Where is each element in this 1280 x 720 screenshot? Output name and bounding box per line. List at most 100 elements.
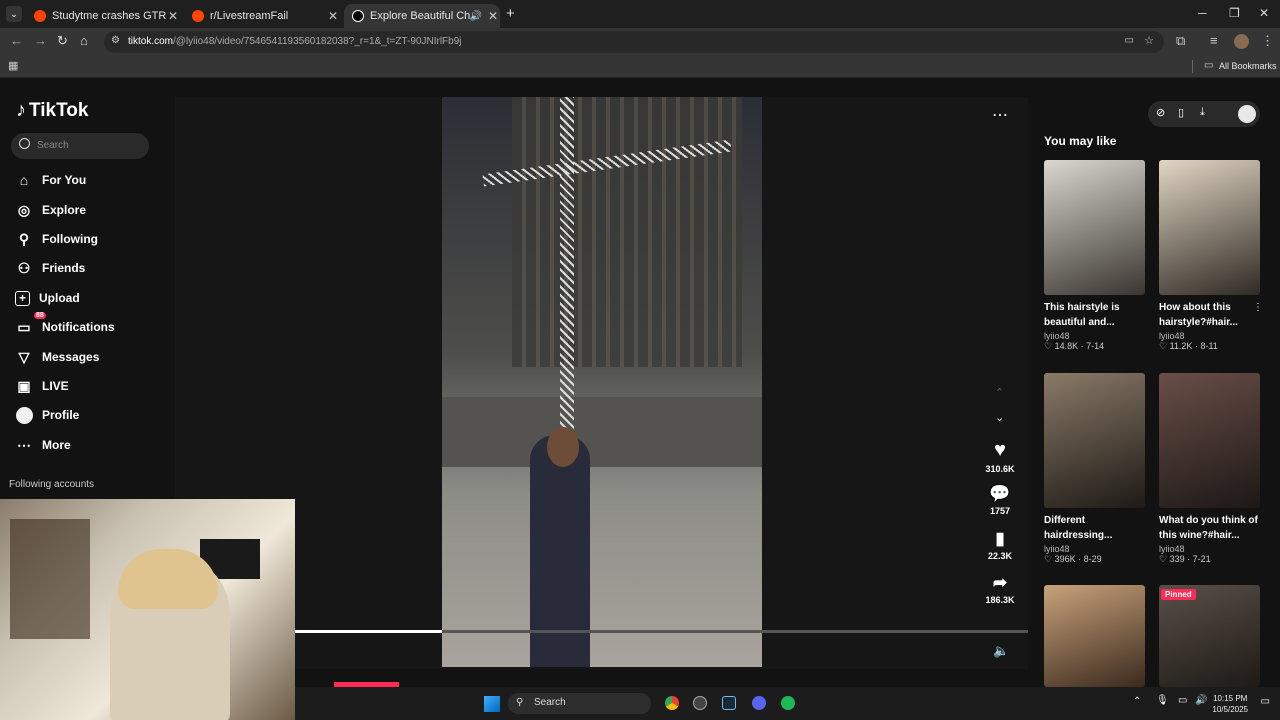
suggestion-card[interactable]: Different hairdressing... lyiio48 ♡ 396K … bbox=[1044, 373, 1145, 565]
previous-video-icon[interactable]: ⌃ bbox=[995, 386, 1004, 399]
bookmark-star-icon[interactable]: ☆ bbox=[1144, 34, 1154, 47]
obs-icon[interactable] bbox=[693, 696, 707, 710]
video-frame-road bbox=[442, 397, 762, 467]
suggestion-card[interactable]: This hairstyle is beautiful and... lyiio4… bbox=[1044, 160, 1145, 352]
profile-avatar[interactable] bbox=[1238, 105, 1256, 123]
suggestion-likes: 11.2K bbox=[1169, 341, 1193, 351]
tiktok-logo[interactable]: ♪ TikTok bbox=[16, 99, 88, 122]
back-icon[interactable]: ← bbox=[10, 33, 23, 48]
compass-icon: ◎ bbox=[17, 201, 31, 218]
discord-icon[interactable] bbox=[752, 696, 766, 710]
suggestion-card[interactable] bbox=[1044, 585, 1145, 687]
suggestion-card[interactable]: How about this hairstyle?#hair... lyiio48… bbox=[1159, 160, 1263, 352]
apps-grid-icon[interactable]: ▦ bbox=[8, 59, 18, 72]
close-icon[interactable]: ✕ bbox=[166, 9, 180, 23]
spotify-icon[interactable] bbox=[781, 696, 795, 710]
reload-icon[interactable]: ↻ bbox=[57, 33, 68, 49]
video-player[interactable] bbox=[442, 97, 762, 667]
sidebar-item-for-you[interactable]: ⌂ For You bbox=[15, 169, 86, 191]
like-button[interactable]: ♥ 310.6K bbox=[975, 439, 1025, 474]
share-button[interactable]: ➦ 186.3K bbox=[975, 573, 1025, 605]
close-window-icon[interactable]: ✕ bbox=[1259, 6, 1269, 20]
autoscroll-icon[interactable]: ⊘ bbox=[1156, 106, 1165, 119]
sidebar-item-following[interactable]: ⚲ Following bbox=[15, 228, 98, 250]
logo-text: TikTok bbox=[29, 99, 89, 121]
clock-date: 10/5/2025 bbox=[1212, 705, 1248, 714]
live-icon: ▣ bbox=[17, 377, 31, 394]
suggestion-date: 7-14 bbox=[1086, 341, 1105, 351]
tray-chevron-icon[interactable]: ⌃ bbox=[1133, 696, 1141, 707]
title-line: What do you think of bbox=[1159, 515, 1258, 526]
sidebar-item-messages[interactable]: ▽ Messages bbox=[15, 346, 100, 368]
mini-player-icon[interactable]: ▯ bbox=[1178, 106, 1184, 119]
nav-label: Upload bbox=[39, 291, 80, 305]
suggestion-username: lyiio48 bbox=[1159, 544, 1185, 554]
close-icon[interactable]: ✕ bbox=[486, 9, 500, 23]
next-video-icon[interactable]: ⌄ bbox=[995, 411, 1004, 424]
sidebar-item-profile[interactable]: Profile bbox=[15, 404, 79, 426]
download-icon[interactable]: ⤓ bbox=[1200, 106, 1205, 119]
site-settings-icon[interactable]: ⚙ bbox=[111, 35, 120, 46]
card-menu-icon[interactable]: ⋮ bbox=[1253, 302, 1263, 313]
notification-center-icon[interactable]: ▭ bbox=[1261, 696, 1270, 707]
sidebar-item-friends[interactable]: ⚇ Friends bbox=[15, 257, 86, 279]
suggestion-thumbnail bbox=[1159, 373, 1260, 508]
nav-label: For You bbox=[42, 173, 87, 187]
avatar[interactable] bbox=[1234, 34, 1249, 49]
all-bookmarks-link[interactable]: All Bookmarks bbox=[1219, 61, 1277, 71]
forward-icon[interactable]: → bbox=[34, 33, 47, 48]
more-options-icon[interactable]: ⋯ bbox=[992, 105, 1008, 125]
tab-tiktok[interactable]: Explore Beautiful Chinese H 🔊 ✕ bbox=[344, 4, 500, 28]
sidebar-item-live[interactable]: ▣ LIVE bbox=[15, 375, 68, 397]
tab-title: Explore Beautiful Chinese H bbox=[370, 10, 470, 22]
video-frame-building bbox=[512, 97, 742, 367]
microphone-icon[interactable]: 🎙 bbox=[1156, 695, 1169, 706]
suggestion-username: lyiio48 bbox=[1044, 331, 1070, 341]
comment-button[interactable]: 💬 1757 bbox=[975, 484, 1025, 516]
home-icon[interactable]: ⌂ bbox=[80, 33, 88, 48]
url-host: tiktok.com bbox=[128, 36, 174, 47]
restore-icon[interactable]: ❐ bbox=[1229, 6, 1240, 20]
sidebar-item-explore[interactable]: ◎ Explore bbox=[15, 199, 86, 221]
extensions-icon[interactable]: ⧉ bbox=[1176, 33, 1185, 49]
suggestion-thumbnail bbox=[1044, 160, 1145, 295]
minimize-icon[interactable]: ─ bbox=[1198, 6, 1207, 20]
suggestion-card[interactable]: What do you think of this wine?#hair... l… bbox=[1159, 373, 1260, 565]
media-controls-icon[interactable]: ≡ bbox=[1210, 33, 1218, 48]
volume-icon[interactable]: 🔈 bbox=[993, 643, 1009, 659]
taskbar-search[interactable]: ⚲ Search bbox=[508, 693, 651, 714]
windows-start-icon[interactable] bbox=[484, 696, 500, 712]
new-tab-button[interactable]: + bbox=[506, 5, 515, 22]
video-progress-bar[interactable] bbox=[295, 630, 1028, 633]
tab-livestreamfail[interactable]: r/LivestreamFail ✕ bbox=[184, 4, 340, 28]
url-field[interactable]: ⚙ tiktok.com/@lyiio48/video/754654119356… bbox=[104, 31, 1164, 53]
close-icon[interactable]: ✕ bbox=[326, 9, 340, 23]
webcam-shelf bbox=[10, 519, 90, 639]
menu-kebab-icon[interactable]: ⋮ bbox=[1261, 33, 1274, 49]
tab-search-button[interactable]: ⌄ bbox=[6, 6, 22, 22]
speaker-icon[interactable]: 🔊 bbox=[1195, 695, 1207, 706]
taskbar-clock[interactable]: 10:15 PM 10/5/2025 bbox=[1212, 693, 1248, 715]
nav-label: Messages bbox=[42, 350, 100, 364]
notifications-icon: ▭ 88 bbox=[17, 312, 46, 335]
suggestion-card[interactable]: Pinned bbox=[1159, 585, 1260, 687]
sidebar-item-more[interactable]: ⋯ More bbox=[15, 434, 71, 456]
reddit-icon bbox=[192, 10, 204, 22]
cast-icon[interactable]: ▭ bbox=[1125, 35, 1134, 46]
suggestion-thumbnail: Pinned bbox=[1159, 585, 1260, 687]
video-frame-head bbox=[547, 427, 579, 467]
suggestion-title: What do you think of this wine?#hair... bbox=[1159, 513, 1260, 543]
tab-studytme[interactable]: Studytme crashes GTR at car m ✕ bbox=[26, 4, 180, 28]
steam-icon[interactable] bbox=[722, 696, 736, 710]
save-button[interactable]: ▮ 22.3K bbox=[975, 529, 1025, 561]
network-icon[interactable]: ▭ bbox=[1178, 695, 1187, 706]
chrome-icon[interactable] bbox=[665, 696, 679, 710]
suggestion-thumbnail bbox=[1044, 585, 1145, 687]
sidebar-item-notifications[interactable]: ▭ 88 Notifications bbox=[15, 312, 115, 338]
suggestion-likes: 396K bbox=[1054, 554, 1076, 564]
audio-icon[interactable]: 🔊 bbox=[470, 11, 482, 22]
video-player-area: ⋯ ⌃ ⌄ ♥ 310.6K 💬 1757 ▮ 22.3K ➦ 186.3K 🔈 bbox=[175, 97, 1028, 669]
search-input[interactable]: Search bbox=[11, 133, 149, 159]
sidebar-item-upload[interactable]: + Upload bbox=[15, 287, 80, 309]
you-may-like-title: You may like bbox=[1044, 134, 1117, 148]
